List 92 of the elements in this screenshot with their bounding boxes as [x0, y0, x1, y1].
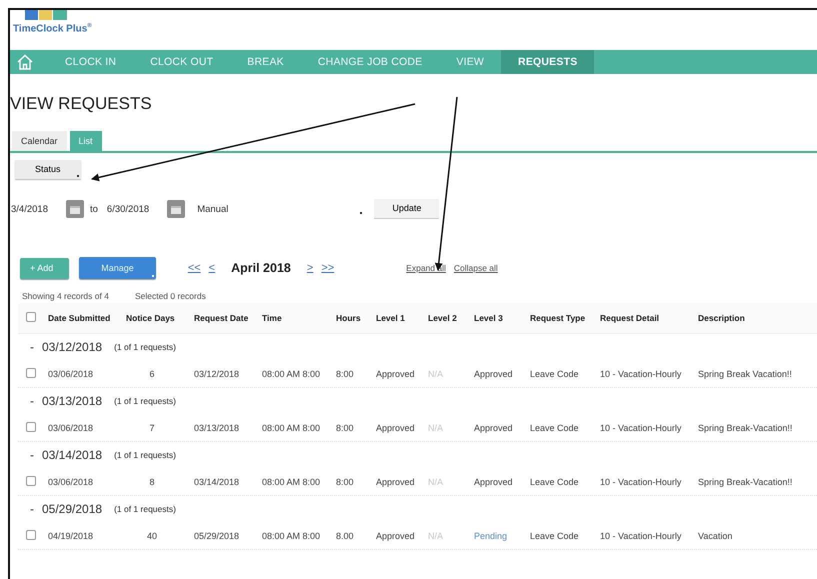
table-cell: 8:00	[336, 422, 354, 432]
caret-icon	[152, 275, 154, 277]
group-toggle[interactable]: -	[30, 340, 34, 354]
table-cell: 03/06/2018	[48, 476, 94, 486]
table-cell: 8	[149, 476, 154, 486]
table-cell: 10 - Vacation-Hourly	[600, 476, 682, 486]
date-field[interactable]: 6/30/2018	[106, 202, 154, 216]
table-cell: 03/13/2018	[194, 422, 240, 432]
status-text: Pending	[474, 530, 508, 540]
table-cell: 7	[149, 422, 154, 432]
table-cell: Leave Code	[530, 422, 579, 432]
table-cell: 10 - Vacation-Hourly	[600, 530, 682, 540]
logo-icon	[25, 10, 67, 20]
mode-dropdown[interactable]: Manual	[195, 202, 230, 216]
tab[interactable]: Calendar	[12, 131, 67, 151]
records-count: Showing 4 records of 4	[22, 291, 109, 301]
table-cell: Vacation	[698, 530, 732, 540]
group-date: 03/14/2018	[42, 448, 102, 462]
table-cell: 8:00	[336, 476, 354, 486]
status-text: Approved	[474, 476, 513, 486]
table-cell: 08:00 AM 8:00	[262, 422, 320, 432]
status-text: Approved	[474, 368, 513, 378]
collapse-all-link[interactable]: Collapse all	[454, 263, 498, 273]
table-cell: 04/19/2018	[48, 530, 94, 540]
status-text: Approved	[376, 476, 415, 486]
group-toggle[interactable]: -	[30, 502, 34, 516]
checkbox[interactable]	[26, 312, 36, 322]
table-cell: 6	[149, 368, 154, 378]
caret-icon	[76, 175, 79, 177]
checkbox[interactable]	[26, 530, 36, 540]
group-toggle[interactable]: -	[30, 394, 34, 408]
caret-icon	[360, 212, 362, 214]
table-cell: 03/06/2018	[48, 368, 94, 378]
table-cell: 40	[146, 530, 157, 540]
group-toggle[interactable]: -	[30, 448, 34, 462]
column-header[interactable]: Time	[262, 313, 336, 323]
table-cell: 08:00 AM 8:00	[262, 476, 320, 486]
logo-text: TimeClock Plus$^{®}$	[13, 23, 92, 34]
table-cell: Leave Code	[530, 530, 579, 540]
first-link[interactable]: <<	[188, 262, 201, 274]
checkbox[interactable]	[26, 422, 36, 432]
column-header[interactable]: Hours	[336, 313, 376, 323]
status-text: Approved	[376, 530, 415, 540]
status-text: Approved	[376, 422, 415, 432]
checkbox[interactable]	[26, 476, 36, 486]
calendar-icon[interactable]	[167, 200, 186, 218]
table-cell: Leave Code	[530, 476, 579, 486]
table-cell: 03/12/2018	[194, 368, 240, 378]
group-count: (1 of 1 requests)	[114, 396, 176, 406]
table-cell: 08:00 AM 8:00	[262, 530, 320, 540]
table-cell: 05/29/2018	[194, 530, 240, 540]
month-label: April 2018	[231, 261, 291, 275]
group-date: 03/13/2018	[42, 394, 102, 408]
last-link[interactable]: >>	[321, 262, 334, 274]
table-cell: Leave Code	[530, 368, 579, 378]
status-button[interactable]: Status	[15, 160, 81, 179]
status-text: Approved	[474, 422, 513, 432]
group-date: 03/12/2018	[42, 340, 102, 354]
home-icon[interactable]	[16, 54, 34, 70]
column-header[interactable]: Request Type	[530, 313, 600, 323]
column-header[interactable]: Request Detail	[600, 313, 698, 323]
group-count: (1 of 1 requests)	[114, 342, 176, 352]
date-field[interactable]: 3/4/2018	[10, 202, 52, 216]
update-button[interactable]: Update	[374, 199, 440, 219]
group-date: 05/29/2018	[42, 502, 102, 516]
group-count: (1 of 1 requests)	[114, 450, 176, 460]
table-cell: 03/06/2018	[48, 422, 94, 432]
column-header[interactable]: Date Submitted	[48, 313, 126, 323]
table-cell: 10 - Vacation-Hourly	[600, 422, 682, 432]
table-cell: 8.00	[336, 530, 354, 540]
table-cell: 08:00 AM 8:00	[262, 368, 320, 378]
table-cell: 8:00	[336, 368, 354, 378]
prev-link[interactable]: <	[208, 262, 216, 274]
table-cell: Spring Break-Vacation!!	[698, 476, 792, 486]
checkbox[interactable]	[26, 368, 36, 378]
column-header[interactable]: Level 3	[474, 313, 530, 323]
page-title: VIEW REQUESTS	[10, 94, 152, 114]
column-header[interactable]: Level 2	[428, 313, 474, 323]
column-header[interactable]: Level 1	[376, 313, 428, 323]
table-cell: Spring Break Vacation!!	[698, 368, 792, 378]
column-header[interactable]: Description	[698, 313, 817, 323]
status-text: Approved	[376, 368, 415, 378]
table-cell: Spring Break-Vacation!!	[698, 422, 792, 432]
next-link[interactable]: >	[306, 262, 314, 274]
table-cell: 03/14/2018	[194, 476, 240, 486]
selected-count: Selected 0 records	[134, 291, 206, 301]
to-label: to	[90, 204, 98, 214]
column-header[interactable]: Request Date	[194, 313, 262, 323]
calendar-icon[interactable]	[66, 200, 84, 218]
group-count: (1 of 1 requests)	[114, 504, 176, 514]
table-cell: 10 - Vacation-Hourly	[600, 368, 682, 378]
column-header[interactable]: Notice Days	[126, 313, 194, 323]
